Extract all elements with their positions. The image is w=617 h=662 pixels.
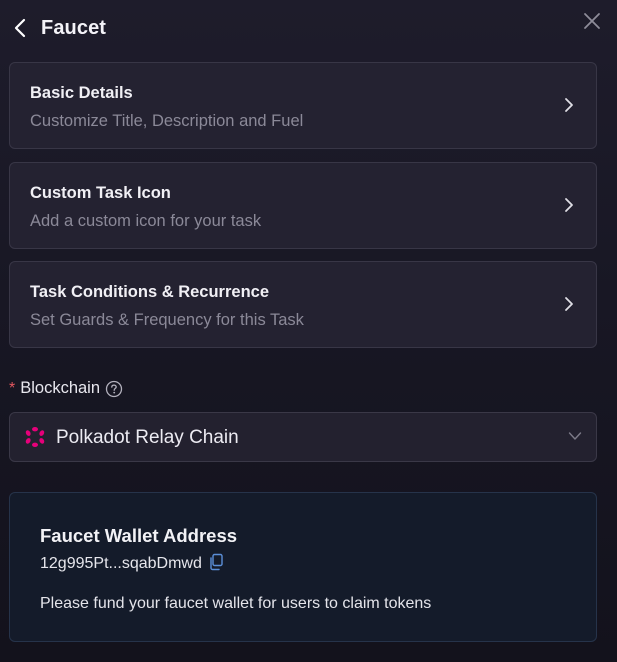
question-circle-icon[interactable] bbox=[105, 380, 123, 398]
selected-chain: Polkadot Relay Chain bbox=[56, 427, 239, 448]
close-button[interactable] bbox=[580, 9, 604, 33]
wallet-funding-note: Please fund your faucet wallet for users… bbox=[40, 595, 432, 612]
chevron-right-icon bbox=[565, 98, 573, 112]
section-basic-details[interactable]: Basic Details Customize Title, Descripti… bbox=[9, 62, 597, 149]
section-title: Custom Task Icon bbox=[30, 184, 171, 202]
wallet-title: Faucet Wallet Address bbox=[40, 525, 238, 546]
chevron-left-icon bbox=[14, 18, 26, 38]
section-task-conditions[interactable]: Task Conditions & Recurrence Set Guards … bbox=[9, 261, 597, 348]
section-subtitle: Set Guards & Frequency for this Task bbox=[30, 311, 304, 329]
chevron-right-icon bbox=[565, 297, 573, 311]
page-title: Faucet bbox=[41, 17, 107, 39]
section-subtitle: Customize Title, Description and Fuel bbox=[30, 112, 304, 130]
chevron-right-icon bbox=[565, 198, 573, 212]
faucet-wallet-panel: Faucet Wallet Address 12g995Pt...sqabDmw… bbox=[9, 492, 597, 642]
section-title: Task Conditions & Recurrence bbox=[30, 283, 270, 301]
blockchain-field-label: * Blockchain bbox=[9, 379, 123, 398]
blockchain-label: Blockchain bbox=[20, 379, 101, 397]
section-title: Basic Details bbox=[30, 84, 133, 102]
back-button[interactable] bbox=[10, 14, 32, 42]
copy-icon[interactable] bbox=[208, 553, 224, 571]
chevron-down-icon bbox=[568, 432, 582, 440]
required-mark: * bbox=[9, 379, 16, 397]
blockchain-select[interactable]: Polkadot Relay Chain bbox=[9, 412, 597, 462]
wallet-address: 12g995Pt...sqabDmwd bbox=[40, 555, 202, 572]
section-subtitle: Add a custom icon for your task bbox=[30, 212, 262, 230]
close-icon bbox=[584, 13, 600, 29]
header: Faucet bbox=[0, 0, 617, 56]
wallet-address-row: 12g995Pt...sqabDmwd bbox=[40, 553, 224, 573]
section-custom-task-icon[interactable]: Custom Task Icon Add a custom icon for y… bbox=[9, 162, 597, 249]
polkadot-logo-icon bbox=[25, 427, 45, 447]
